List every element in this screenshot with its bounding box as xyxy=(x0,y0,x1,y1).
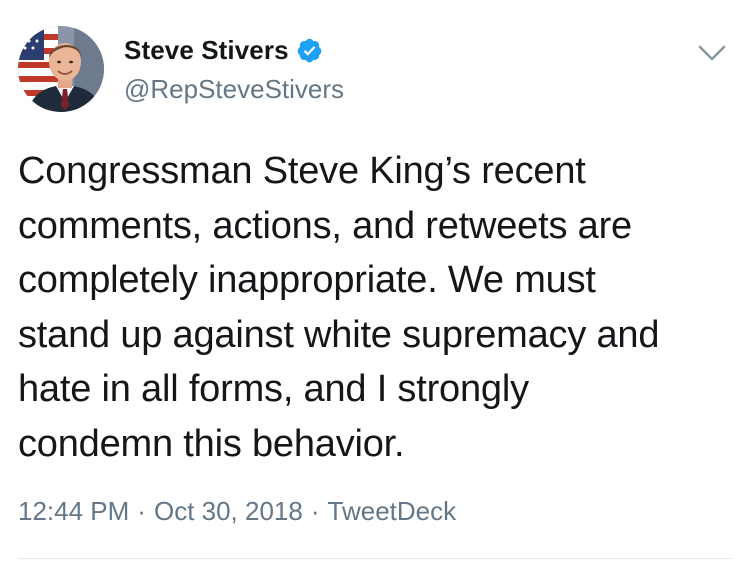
tweet-metadata: 12:44 PM · Oct 30, 2018 · TweetDeck xyxy=(18,496,456,527)
divider xyxy=(18,558,732,559)
metadata-separator: · xyxy=(137,496,146,526)
tweet-text-line: comments, actions, and retweets are xyxy=(18,204,632,247)
chevron-down-icon[interactable] xyxy=(697,42,727,64)
tweet-text-line: completely inappropriate. We must xyxy=(18,259,596,301)
tweet-card: Steve Stivers @RepSteveStivers Congressm… xyxy=(0,0,750,566)
tweet-text-line: condemn this behavior. xyxy=(18,422,405,465)
tweet-date[interactable]: Oct 30, 2018 xyxy=(154,496,303,526)
tweet-source[interactable]: TweetDeck xyxy=(328,496,457,526)
tweet-text-line: Congressman Steve King’s recent xyxy=(18,150,586,192)
avatar-image xyxy=(18,26,104,112)
author-display-name[interactable]: Steve Stivers xyxy=(124,35,289,66)
metadata-separator: · xyxy=(310,496,320,526)
tweet-text: Congressman Steve King’s recent comments,… xyxy=(18,144,730,471)
verified-badge-icon xyxy=(296,37,323,64)
avatar[interactable] xyxy=(18,26,104,112)
author-handle[interactable]: @RepSteveStivers xyxy=(124,74,344,105)
author-name-row: Steve Stivers xyxy=(124,35,323,66)
tweet-text-line: stand up against white supremacy and xyxy=(18,313,660,356)
tweet-text-line: hate in all forms, and I strongly xyxy=(18,368,529,410)
tweet-time[interactable]: 12:44 PM xyxy=(18,496,129,526)
